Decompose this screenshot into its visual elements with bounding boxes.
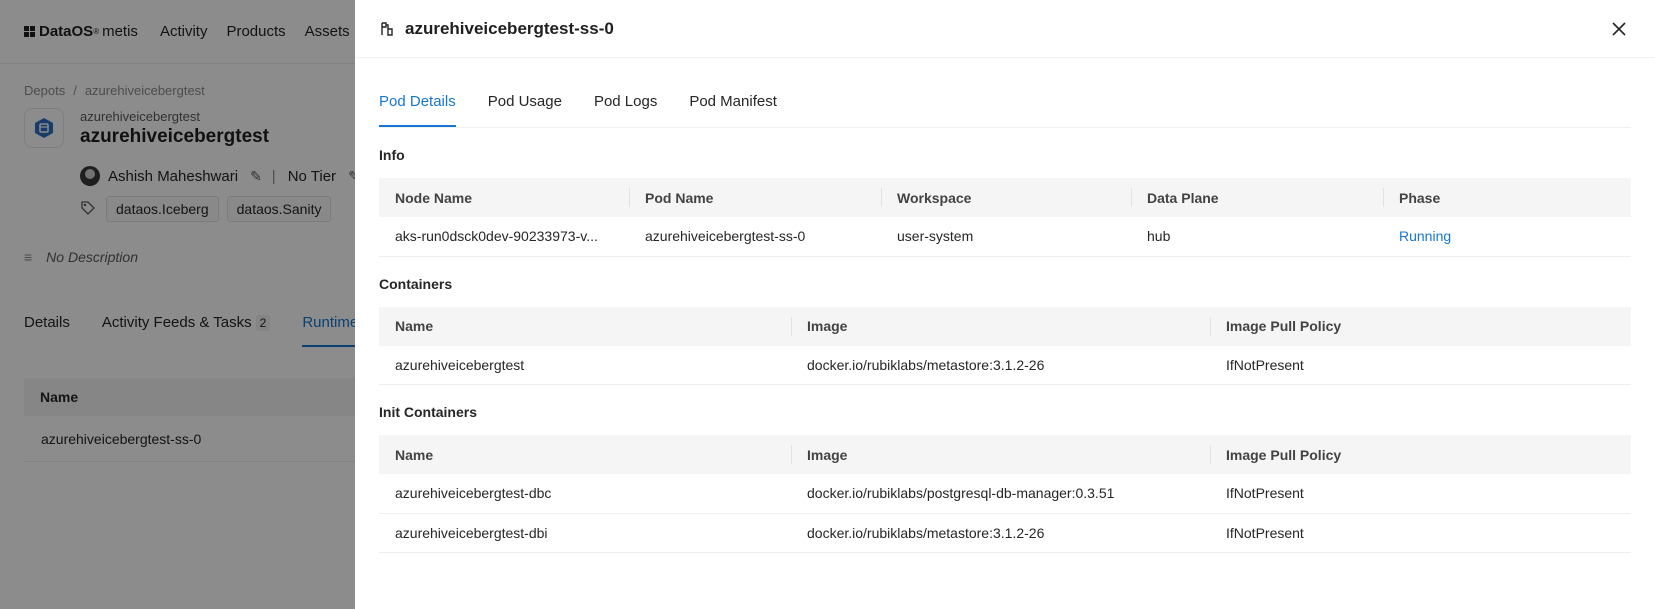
init-container-pull-policy-cell: IfNotPresent <box>1210 513 1631 553</box>
tab-pod-usage[interactable]: Pod Usage <box>488 82 562 127</box>
phase-status: Running <box>1383 217 1631 257</box>
pod-drawer: azurehiveicebergtest-ss-0 Pod Details Po… <box>355 0 1655 609</box>
column-header-image: Image <box>791 306 1210 346</box>
containers-header-row: Name Image Image Pull Policy <box>379 306 1631 346</box>
tab-pod-manifest[interactable]: Pod Manifest <box>689 82 777 127</box>
info-section-title: Info <box>379 147 405 163</box>
tab-pod-logs[interactable]: Pod Logs <box>594 82 657 127</box>
container-pull-policy-cell: IfNotPresent <box>1210 345 1631 385</box>
table-row: azurehiveicebergtest docker.io/rubiklabs… <box>379 345 1631 385</box>
drawer-title: azurehiveicebergtest-ss-0 <box>405 18 614 38</box>
pod-tabs: Pod Details Pod Usage Pod Logs Pod Manif… <box>379 82 1631 128</box>
containers-table: Name Image Image Pull Policy azurehiveic… <box>379 306 1631 385</box>
column-header-pod-name: Pod Name <box>629 178 881 217</box>
init-containers-section-title: Init Containers <box>379 404 478 420</box>
column-header-image-pull-policy: Image Pull Policy <box>1210 435 1631 474</box>
info-header-row: Node Name Pod Name Workspace Data Plane … <box>379 178 1631 217</box>
init-container-pull-policy-cell: IfNotPresent <box>1210 474 1631 514</box>
column-header-name: Name <box>379 435 791 474</box>
init-containers-table: Name Image Image Pull Policy azurehiveic… <box>379 435 1631 553</box>
init-container-image-cell: docker.io/rubiklabs/postgresql-db-manage… <box>791 474 1210 514</box>
init-containers-header-row: Name Image Image Pull Policy <box>379 435 1631 474</box>
container-name-cell: azurehiveicebergtest <box>379 345 791 385</box>
drawer-body: Pod Details Pod Usage Pod Logs Pod Manif… <box>355 82 1655 553</box>
table-row: azurehiveicebergtest-dbc docker.io/rubik… <box>379 474 1631 514</box>
column-header-name: Name <box>379 306 791 346</box>
drawer-header: azurehiveicebergtest-ss-0 <box>355 0 1655 58</box>
containers-section-title: Containers <box>379 275 453 292</box>
init-container-name-cell: azurehiveicebergtest-dbi <box>379 513 791 553</box>
table-row: azurehiveicebergtest-dbi docker.io/rubik… <box>379 513 1631 553</box>
data-plane-cell: hub <box>1131 217 1383 257</box>
tab-pod-details[interactable]: Pod Details <box>379 82 456 127</box>
info-table: Node Name Pod Name Workspace Data Plane … <box>379 178 1631 257</box>
pod-icon <box>379 21 395 37</box>
column-header-phase: Phase <box>1383 178 1631 217</box>
column-header-image: Image <box>791 435 1210 474</box>
column-header-workspace: Workspace <box>881 178 1131 217</box>
table-row: aks-run0dsck0dev-90233973-v... azurehive… <box>379 217 1631 257</box>
node-name-cell: aks-run0dsck0dev-90233973-v... <box>379 217 629 257</box>
column-header-node-name: Node Name <box>379 178 629 217</box>
workspace-cell: user-system <box>881 217 1131 257</box>
column-header-image-pull-policy: Image Pull Policy <box>1210 306 1631 346</box>
pod-name-cell: azurehiveicebergtest-ss-0 <box>629 217 881 257</box>
init-container-image-cell: docker.io/rubiklabs/metastore:3.1.2-26 <box>791 513 1210 553</box>
close-icon[interactable] <box>1609 19 1629 39</box>
init-container-name-cell: azurehiveicebergtest-dbc <box>379 474 791 514</box>
container-image-cell: docker.io/rubiklabs/metastore:3.1.2-26 <box>791 345 1210 385</box>
column-header-data-plane: Data Plane <box>1131 178 1383 217</box>
